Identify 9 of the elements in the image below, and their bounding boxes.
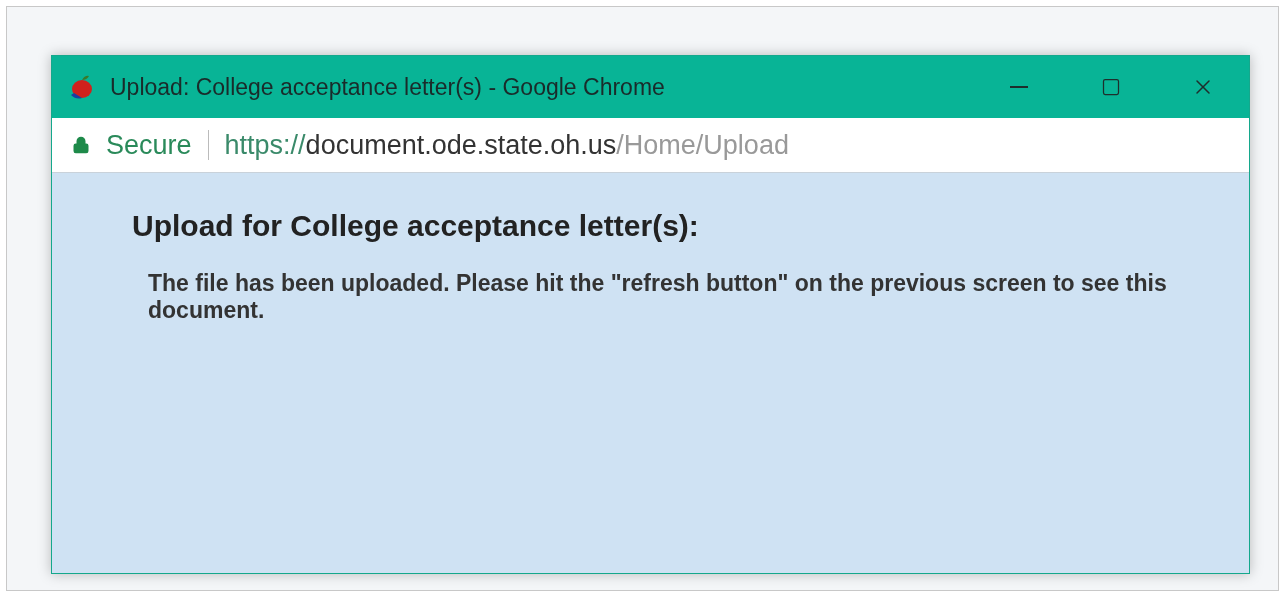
minimize-icon <box>1010 86 1028 88</box>
page-heading: Upload for College acceptance letter(s): <box>132 208 700 244</box>
url-text: https://document.ode.state.oh.us/Home/Upload <box>224 128 789 162</box>
security-label: Secure <box>106 128 192 162</box>
lock-icon <box>72 136 90 154</box>
address-bar[interactable]: Secure https://document.ode.state.oh.us/Home/Upload <box>52 118 1249 173</box>
upload-message: The file has been uploaded. Please hit the "refresh button" on the previous screen to see this document. <box>148 270 1168 324</box>
maximize-icon <box>1101 77 1121 97</box>
window-title: Upload: College acceptance letter(s) - Google Chrome <box>110 72 665 102</box>
